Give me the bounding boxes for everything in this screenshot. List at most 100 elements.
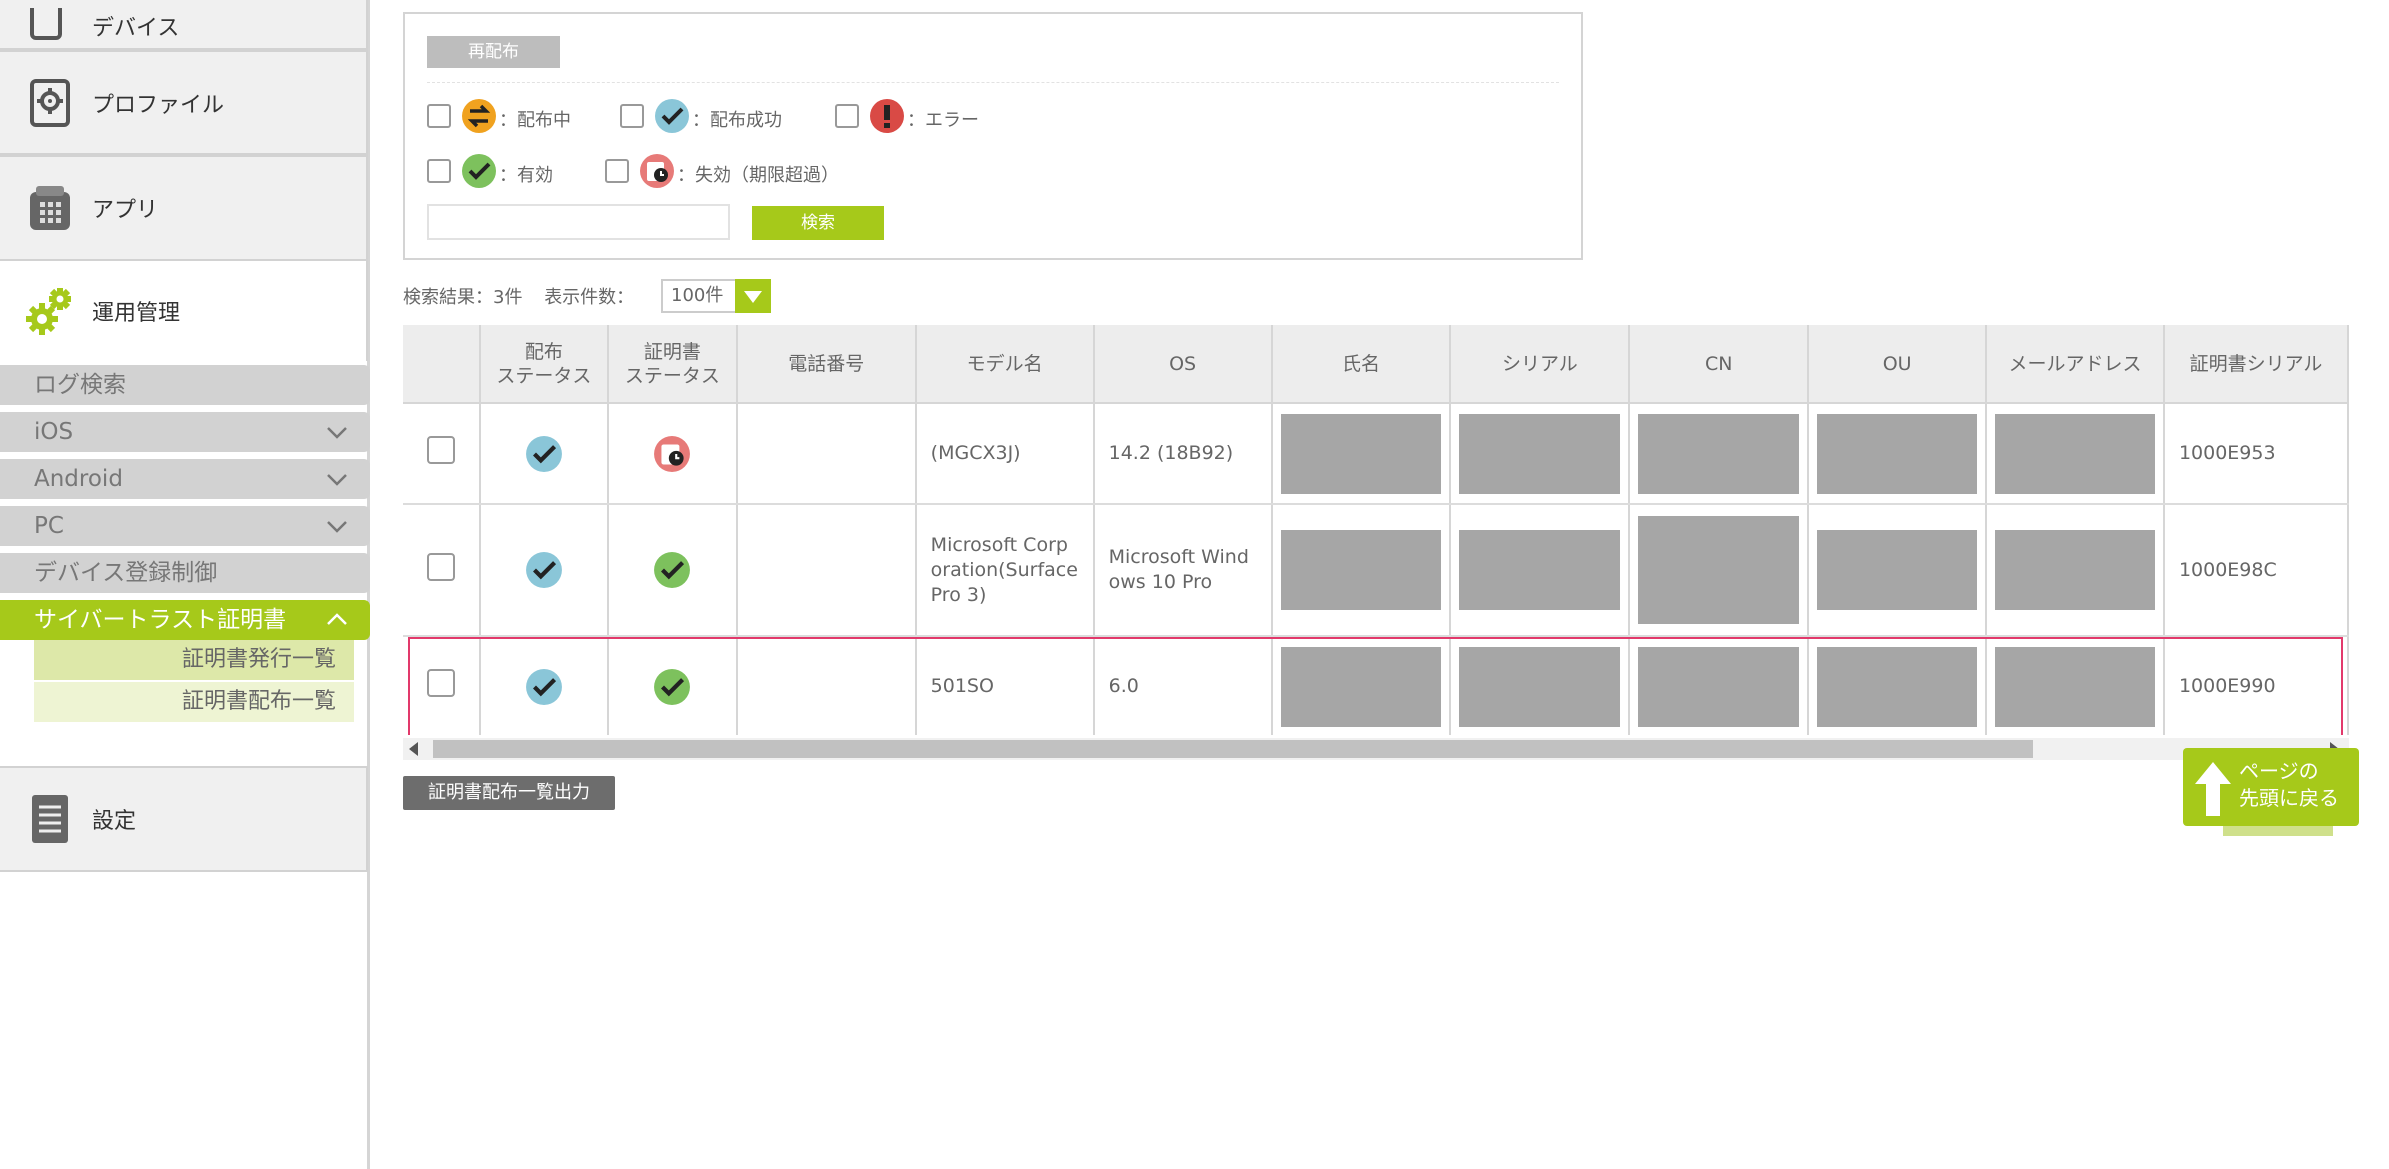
- cert-status-cell: [607, 403, 738, 505]
- back-to-top-label: ページの 先頭に戻る: [2239, 759, 2339, 810]
- redacted-block: [1280, 413, 1442, 494]
- header-cert-serial[interactable]: 証明書シリアル: [2163, 325, 2349, 404]
- divider: [427, 82, 1559, 83]
- table-row: (MGCX3J) 14.2 (18B92) 1000E953: [403, 403, 2349, 505]
- nav-operations[interactable]: 運用管理: [0, 261, 368, 361]
- nav-operations-label: 運用管理: [92, 301, 181, 326]
- legend-valid-label: ：有効: [499, 165, 553, 186]
- subitem-pc-label: PC: [34, 513, 64, 539]
- email-cell: [1986, 636, 2165, 735]
- horizontal-scrollbar[interactable]: [403, 738, 2349, 760]
- table-header-row: 配布 ステータス 証明書 ステータス 電話番号 モデル名 OS 氏名 シリアル …: [403, 325, 2349, 404]
- arrows-swap-icon: [462, 99, 496, 133]
- subitem-ios[interactable]: iOS: [0, 412, 370, 452]
- serial-cell: [1450, 403, 1631, 505]
- subitem-android[interactable]: Android: [0, 459, 370, 499]
- subsub-cert-issue-list[interactable]: 証明書発行一覧: [34, 640, 354, 680]
- subitem-log-search[interactable]: ログ検索: [0, 365, 370, 405]
- subitem-cybertrust-cert-label: サイバートラスト証明書: [34, 607, 287, 633]
- model-cell: 501SO: [915, 636, 1095, 735]
- legend-distribution-success-label: ：配布成功: [692, 110, 782, 131]
- row-select-cell: [403, 504, 481, 637]
- header-phone[interactable]: 電話番号: [736, 325, 917, 404]
- phone-cell: [736, 403, 917, 505]
- os-cell: 14.2 (18B92): [1093, 403, 1273, 505]
- cn-cell: [1629, 504, 1810, 637]
- distribution-status-cell: [479, 403, 609, 505]
- per-page-select[interactable]: 100件: [661, 279, 771, 313]
- filter-error-checkbox[interactable]: [835, 104, 859, 128]
- nav-settings[interactable]: 設定: [0, 766, 368, 872]
- check-icon: [655, 99, 689, 133]
- distribution-table: 配布 ステータス 証明書 ステータス 電話番号 モデル名 OS 氏名 シリアル …: [403, 325, 2349, 735]
- nav-apps[interactable]: アプリ: [0, 155, 368, 261]
- device-icon: [30, 8, 62, 40]
- nav-profile[interactable]: プロファイル: [0, 50, 368, 155]
- subitem-cybertrust-cert[interactable]: サイバートラスト証明書: [0, 600, 370, 640]
- row-checkbox[interactable]: [426, 552, 455, 581]
- distribution-table-wrapper: 配布 ステータス 証明書 ステータス 電話番号 モデル名 OS 氏名 シリアル …: [403, 325, 2349, 735]
- gears-icon: [26, 288, 71, 335]
- redacted-block: [1280, 646, 1442, 727]
- email-cell: [1986, 403, 2165, 505]
- cert-serial-cell: 1000E990: [2163, 636, 2349, 735]
- dropdown-arrow-icon: [735, 279, 771, 313]
- subitem-device-registration[interactable]: デバイス登録制御: [0, 553, 370, 593]
- per-page-label: 表示件数：: [544, 287, 635, 308]
- email-cell: [1986, 504, 2165, 637]
- header-distribution-status[interactable]: 配布 ステータス: [479, 325, 609, 404]
- scrollbar-thumb[interactable]: [433, 740, 2033, 758]
- subitem-log-search-label: ログ検索: [34, 372, 126, 398]
- subitem-device-registration-label: デバイス登録制御: [34, 560, 218, 586]
- header-email[interactable]: メールアドレス: [1986, 325, 2165, 404]
- redacted-block: [1638, 413, 1800, 494]
- redistribute-button[interactable]: 再配布: [427, 36, 560, 68]
- scroll-left-icon[interactable]: [409, 742, 418, 756]
- subsub-cert-distribution-list[interactable]: 証明書配布一覧: [34, 682, 354, 722]
- chevron-down-icon: [327, 521, 347, 533]
- cn-cell: [1629, 403, 1810, 505]
- expired-icon: [654, 435, 691, 472]
- row-checkbox[interactable]: [426, 669, 455, 697]
- header-os[interactable]: OS: [1093, 325, 1273, 404]
- legend-expired-label: ：失効（期限超過）: [677, 165, 839, 186]
- os-cell: Microsoft Windows 10 Pro: [1093, 504, 1273, 637]
- distribution-status-cell: [479, 504, 609, 637]
- row-checkbox[interactable]: [426, 436, 455, 464]
- ou-cell: [1808, 403, 1988, 505]
- header-name[interactable]: 氏名: [1271, 325, 1452, 404]
- ou-cell: [1808, 636, 1988, 735]
- subitem-pc[interactable]: PC: [0, 506, 370, 546]
- filter-distributing-checkbox[interactable]: [427, 104, 451, 128]
- exclamation-icon: [870, 99, 904, 133]
- header-serial[interactable]: シリアル: [1450, 325, 1631, 404]
- header-ou[interactable]: OU: [1808, 325, 1988, 404]
- ou-cell: [1808, 504, 1988, 637]
- redacted-block: [1995, 646, 2155, 727]
- filter-expired-checkbox[interactable]: [605, 159, 629, 183]
- export-distribution-list-button[interactable]: 証明書配布一覧出力: [403, 776, 615, 810]
- redacted-block: [1995, 530, 2155, 610]
- filter-distribution-success-checkbox[interactable]: [620, 104, 644, 128]
- distribution-status-cell: [479, 636, 609, 735]
- chevron-down-icon: [327, 474, 347, 486]
- nav-apps-label: アプリ: [92, 198, 159, 223]
- redacted-block: [1817, 530, 1978, 610]
- nav-devices[interactable]: デバイス: [0, 0, 368, 50]
- check-icon: [462, 154, 496, 188]
- header-model[interactable]: モデル名: [915, 325, 1095, 404]
- search-button[interactable]: 検索: [752, 206, 884, 240]
- subitem-ios-label: iOS: [34, 419, 74, 445]
- filter-valid-checkbox[interactable]: [427, 159, 451, 183]
- legend-distributing-label: ：配布中: [499, 110, 571, 131]
- back-to-top-button[interactable]: ページの 先頭に戻る: [2183, 748, 2359, 836]
- result-count: 検索結果：3件: [403, 287, 523, 308]
- header-cn[interactable]: CN: [1629, 325, 1810, 404]
- subsub-cert-distribution-list-label: 証明書配布一覧: [181, 689, 336, 714]
- redacted-block: [1638, 516, 1800, 624]
- redacted-block: [1459, 413, 1621, 494]
- model-cell: (MGCX3J): [915, 403, 1095, 505]
- search-input[interactable]: [427, 204, 730, 240]
- header-cert-status[interactable]: 証明書 ステータス: [607, 325, 738, 404]
- header-select: [403, 325, 481, 404]
